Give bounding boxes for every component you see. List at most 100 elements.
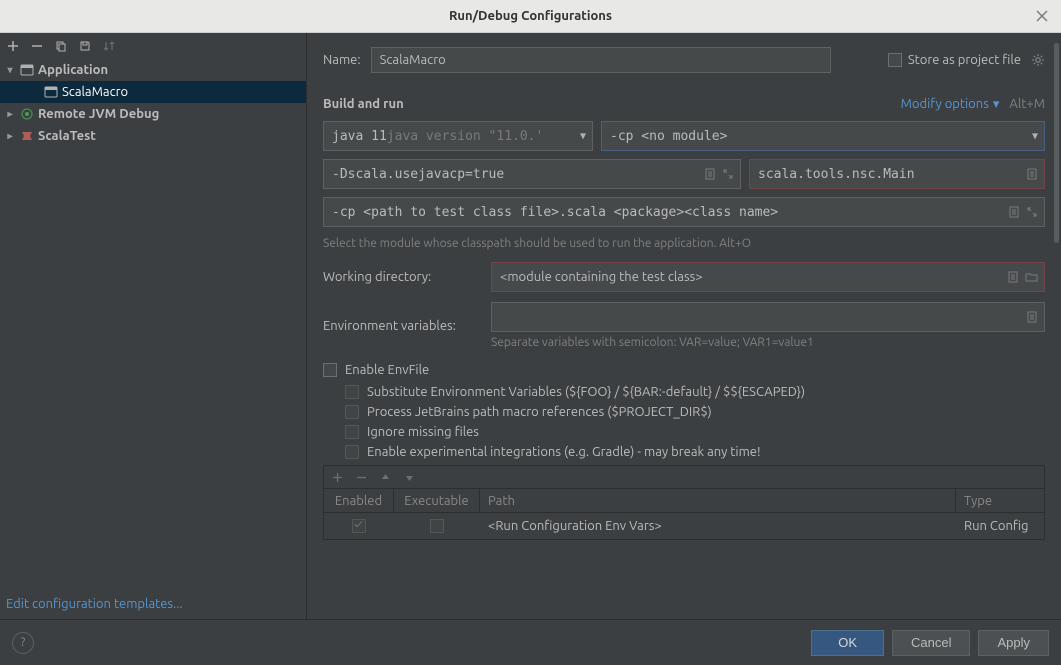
expand-icon[interactable] xyxy=(722,168,734,180)
jdk-combo[interactable]: java 11 java version "11.0.' ▼ xyxy=(323,121,593,151)
gear-icon[interactable] xyxy=(1031,53,1045,67)
name-row: Name: Store as project file xyxy=(323,47,1045,73)
process-macro-checkbox[interactable] xyxy=(345,405,359,419)
process-macro-label: Process JetBrains path macro references … xyxy=(367,405,712,419)
envfile-toolbar xyxy=(323,465,1045,488)
scrollbar[interactable] xyxy=(1053,33,1061,619)
col-path[interactable]: Path xyxy=(480,489,956,512)
sort-icon[interactable] xyxy=(102,39,116,53)
store-as-project-checkbox[interactable] xyxy=(888,53,902,67)
tree-node-remote-jvm[interactable]: ▸ Remote JVM Debug xyxy=(0,103,306,125)
sidebar: ▾ Application ScalaMacro ▸ Remote JVM De… xyxy=(0,33,307,619)
col-type[interactable]: Type xyxy=(956,489,1044,512)
window-title: Run/Debug Configurations xyxy=(449,9,612,23)
help-icon[interactable]: ? xyxy=(12,632,34,654)
history-icon[interactable] xyxy=(1026,311,1038,323)
edit-templates-link-row: Edit configuration templates... xyxy=(0,589,306,619)
substitute-label: Substitute Environment Variables (${FOO}… xyxy=(367,385,805,399)
vm-options-input[interactable]: -Dscala.usejavacp=true xyxy=(323,159,741,189)
name-label: Name: xyxy=(323,53,361,67)
working-dir-input[interactable]: <module containing the test class> xyxy=(491,262,1045,292)
env-vars-row: Environment variables: Separate variable… xyxy=(323,302,1045,349)
build-run-header: Build and run Modify options ▾ Alt+M xyxy=(323,87,1045,121)
col-enabled[interactable]: Enabled xyxy=(324,489,394,512)
remove-icon[interactable] xyxy=(354,470,368,484)
save-icon[interactable] xyxy=(78,39,92,53)
module-classpath-combo[interactable]: -cp <no module> ▼ xyxy=(601,121,1045,151)
envfile-section: Enable EnvFile Substitute Environment Va… xyxy=(323,363,1045,540)
envfile-table: Enabled Executable Path Type <Run Config… xyxy=(323,488,1045,540)
tree-node-scalamacro[interactable]: ScalaMacro xyxy=(0,81,306,103)
working-dir-label: Working directory: xyxy=(323,270,481,284)
chevron-down-icon: ▾ xyxy=(993,97,1000,112)
history-icon[interactable] xyxy=(704,168,716,180)
enable-envfile-label: Enable EnvFile xyxy=(345,363,429,377)
row-exec-checkbox[interactable] xyxy=(430,519,444,533)
tree-label: ScalaTest xyxy=(38,129,96,143)
history-icon[interactable] xyxy=(1026,168,1038,180)
down-icon[interactable] xyxy=(402,470,416,484)
row-type: Run Config xyxy=(956,519,1044,533)
remote-debug-icon xyxy=(20,107,34,121)
build-run-title: Build and run xyxy=(323,97,404,111)
application-icon xyxy=(44,85,58,99)
add-icon[interactable] xyxy=(6,39,20,53)
config-tree: ▾ Application ScalaMacro ▸ Remote JVM De… xyxy=(0,59,306,589)
modify-options-link[interactable]: Modify options ▾ xyxy=(901,97,1000,112)
add-icon[interactable] xyxy=(330,470,344,484)
working-dir-row: Working directory: <module containing th… xyxy=(323,262,1045,292)
tree-node-scalatest[interactable]: ▸ ScalaTest xyxy=(0,125,306,147)
apply-button[interactable]: Apply xyxy=(978,630,1049,656)
module-hint: Select the module whose classpath should… xyxy=(323,237,1045,250)
experimental-checkbox[interactable] xyxy=(345,445,359,459)
edit-templates-link[interactable]: Edit configuration templates... xyxy=(6,597,183,611)
chevron-down-icon: ▾ xyxy=(4,64,16,76)
main-class-input[interactable]: scala.tools.nsc.Main xyxy=(749,159,1045,189)
chevron-down-icon: ▼ xyxy=(1032,131,1038,142)
content-panel: Name: Store as project file Build and ru… xyxy=(307,33,1061,619)
ok-button[interactable]: OK xyxy=(811,630,884,656)
modify-shortcut: Alt+M xyxy=(1009,97,1045,111)
titlebar: Run/Debug Configurations xyxy=(0,0,1061,33)
expand-icon[interactable] xyxy=(1026,206,1038,218)
substitute-checkbox[interactable] xyxy=(345,385,359,399)
enable-envfile-row: Enable EnvFile xyxy=(323,363,1045,377)
tree-label: ScalaMacro xyxy=(62,85,128,99)
history-icon[interactable] xyxy=(1008,206,1020,218)
envfile-table-header: Enabled Executable Path Type xyxy=(324,489,1044,513)
up-icon[interactable] xyxy=(378,470,392,484)
build-run-fields: java 11 java version "11.0.' ▼ -cp <no m… xyxy=(323,121,1045,250)
row-path: <Run Configuration Env Vars> xyxy=(480,519,956,533)
store-as-project-label: Store as project file xyxy=(908,53,1021,67)
config-toolbar xyxy=(0,33,306,59)
table-row[interactable]: <Run Configuration Env Vars> Run Config xyxy=(324,513,1044,539)
row-enabled-checkbox[interactable] xyxy=(352,519,366,533)
chevron-right-icon: ▸ xyxy=(4,130,16,142)
col-executable[interactable]: Executable xyxy=(394,489,480,512)
env-vars-input[interactable] xyxy=(491,302,1045,332)
experimental-label: Enable experimental integrations (e.g. G… xyxy=(367,445,761,459)
application-icon xyxy=(20,63,34,77)
history-icon[interactable] xyxy=(1007,271,1019,283)
enable-envfile-checkbox[interactable] xyxy=(323,363,337,377)
tree-label: Remote JVM Debug xyxy=(38,107,159,121)
env-vars-label: Environment variables: xyxy=(323,319,481,333)
store-as-project-row: Store as project file xyxy=(888,53,1045,67)
scalatest-icon xyxy=(20,129,34,143)
chevron-right-icon: ▸ xyxy=(4,108,16,120)
footer: ? OK Cancel Apply xyxy=(0,619,1061,665)
tree-node-application[interactable]: ▾ Application xyxy=(0,59,306,81)
remove-icon[interactable] xyxy=(30,39,44,53)
tree-label: Application xyxy=(38,63,108,77)
folder-icon[interactable] xyxy=(1025,271,1038,283)
close-icon[interactable] xyxy=(1033,7,1051,25)
ignore-missing-label: Ignore missing files xyxy=(367,425,479,439)
chevron-down-icon: ▼ xyxy=(580,131,586,142)
cancel-button[interactable]: Cancel xyxy=(892,630,970,656)
ignore-missing-checkbox[interactable] xyxy=(345,425,359,439)
main-panel: ▾ Application ScalaMacro ▸ Remote JVM De… xyxy=(0,33,1061,619)
name-input[interactable] xyxy=(371,47,831,73)
program-args-input[interactable]: -cp <path to test class file>.scala <pac… xyxy=(323,197,1045,227)
copy-icon[interactable] xyxy=(54,39,68,53)
env-vars-hint: Separate variables with semicolon: VAR=v… xyxy=(491,336,1045,349)
